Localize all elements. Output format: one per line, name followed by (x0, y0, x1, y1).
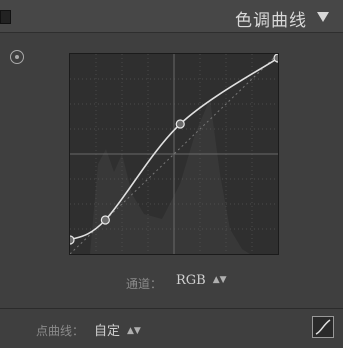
divider (0, 308, 343, 309)
curve-control-point[interactable] (273, 53, 283, 63)
panel-title: 色调曲线 (235, 11, 307, 31)
target-adjustment-icon[interactable] (10, 50, 24, 64)
channel-value: RGB (176, 273, 206, 288)
collapse-triangle-icon[interactable] (317, 12, 329, 22)
curve-control-point[interactable] (175, 119, 185, 129)
point-curve-label: 点曲线： (36, 324, 85, 338)
panel-handle (0, 10, 11, 24)
curve-control-point[interactable] (65, 235, 75, 245)
up-down-arrows-icon: ▲▼ (127, 326, 141, 336)
up-down-arrows-icon: ▲▼ (212, 275, 227, 285)
channel-row: 通道： RGB ▲▼ (0, 272, 343, 294)
curve-control-point[interactable] (100, 215, 110, 225)
point-curve-value: 自定 (94, 324, 121, 339)
point-curve-select[interactable]: 自定 ▲▼ (94, 320, 141, 339)
curve-edit-icon[interactable] (312, 316, 334, 338)
channel-label: 通道： (126, 277, 163, 291)
channel-select[interactable]: RGB ▲▼ (176, 273, 227, 288)
point-curve-row: 点曲线： 自定 ▲▼ (0, 316, 343, 340)
tone-curve-graph[interactable] (65, 53, 283, 255)
curve-svg (65, 53, 283, 255)
panel-header[interactable]: 色调曲线 (0, 0, 343, 33)
